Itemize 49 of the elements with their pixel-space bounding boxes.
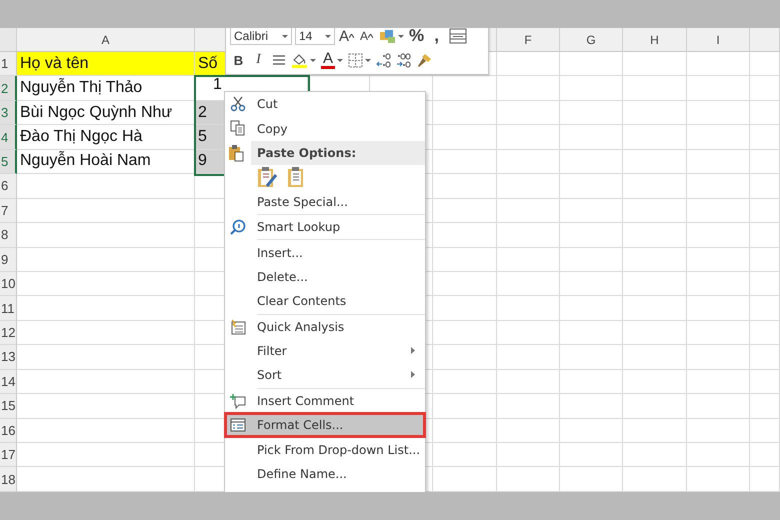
menu-item[interactable]: Define Name...: [225, 462, 425, 486]
increase-font-button[interactable]: A: [338, 28, 356, 46]
row-header[interactable]: 13: [0, 345, 17, 370]
menu-item[interactable]: Sort: [225, 363, 425, 388]
column-header[interactable]: G: [560, 28, 623, 52]
menu-item[interactable]: Clear Contents: [225, 289, 425, 314]
menu-item[interactable]: Quick Analysis: [225, 314, 425, 339]
menu-item[interactable]: Pick From Drop-down List...: [225, 437, 425, 462]
table-cell: Nguyễn Hoài Nam: [17, 150, 195, 174]
column-header[interactable]: A: [17, 28, 195, 52]
row-header[interactable]: 18: [0, 467, 17, 492]
font-color-button[interactable]: A: [320, 50, 344, 70]
row-header[interactable]: 2: [0, 76, 17, 101]
toolbar-button[interactable]: ,: [428, 28, 446, 46]
row-header[interactable]: 16: [0, 418, 17, 443]
row-header[interactable]: 15: [0, 394, 17, 419]
row-header[interactable]: 9: [0, 248, 17, 272]
row-header[interactable]: 12: [0, 320, 17, 346]
table-cell: Bùi Ngọc Quỳnh Như: [17, 100, 195, 126]
menu-item[interactable]: Smart Lookup: [225, 214, 425, 240]
font-size-dropdown[interactable]: 14: [295, 28, 335, 45]
menu-item[interactable]: Format Cells...: [225, 413, 425, 438]
italic-button[interactable]: I: [250, 50, 267, 70]
row-header[interactable]: 17: [0, 443, 17, 468]
row-header[interactable]: 7: [0, 198, 17, 224]
row-header[interactable]: 11: [0, 296, 17, 321]
table-cell: Nguyễn Thị Thảo: [17, 76, 195, 101]
toolbar-button[interactable]: %: [408, 28, 426, 46]
menu-item[interactable]: Insert Comment: [225, 388, 425, 414]
row-header[interactable]: 10: [0, 272, 17, 296]
column-header[interactable]: H: [623, 28, 687, 52]
row-header[interactable]: 14: [0, 370, 17, 394]
row-header[interactable]: 5: [0, 150, 17, 174]
decrease-font-button[interactable]: A: [358, 28, 376, 46]
column-header[interactable]: F: [497, 28, 560, 52]
menu-item[interactable]: Filter: [225, 338, 425, 364]
row-header[interactable]: 3: [0, 100, 17, 126]
row-header[interactable]: 8: [0, 223, 17, 248]
menu-item[interactable]: Paste Special...: [225, 190, 425, 214]
row-header[interactable]: 1: [0, 52, 17, 76]
table-cell: Họ và tên: [17, 52, 195, 76]
column-header[interactable]: I: [687, 28, 750, 52]
font-name-dropdown[interactable]: Calibri: [230, 28, 292, 45]
row-header[interactable]: 4: [0, 125, 17, 150]
bold-button[interactable]: B: [230, 50, 247, 70]
menu-item[interactable]: Delete...: [225, 264, 425, 290]
row-header[interactable]: 6: [0, 174, 17, 199]
table-cell: Đào Thị Ngọc Hà: [17, 125, 195, 150]
menu-item[interactable]: Insert...: [225, 240, 425, 265]
